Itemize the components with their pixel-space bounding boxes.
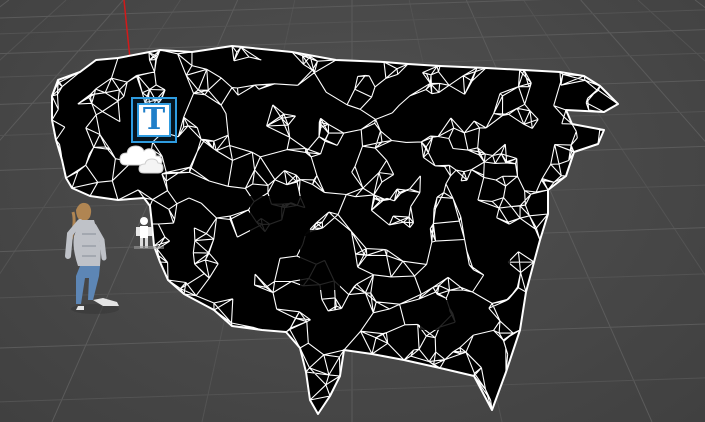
mesh-void	[300, 230, 340, 290]
grid-line	[0, 0, 67, 61]
character-model[interactable]	[65, 202, 119, 314]
terrain-gizmo-frame: T	[137, 103, 171, 137]
grid-line	[637, 0, 705, 62]
terrain-gizmo-icon[interactable]: T	[131, 97, 177, 143]
scene-canvas[interactable]	[0, 0, 705, 422]
mesh-void	[420, 300, 470, 330]
scene-viewport[interactable]: T	[0, 0, 705, 422]
grid-line	[523, 0, 705, 276]
grid-line	[0, 0, 10, 8]
grid-line	[580, 0, 705, 143]
mesh-void	[480, 230, 510, 270]
terrain-gizmo-glyph: T	[142, 102, 166, 137]
grid-line	[694, 0, 705, 9]
